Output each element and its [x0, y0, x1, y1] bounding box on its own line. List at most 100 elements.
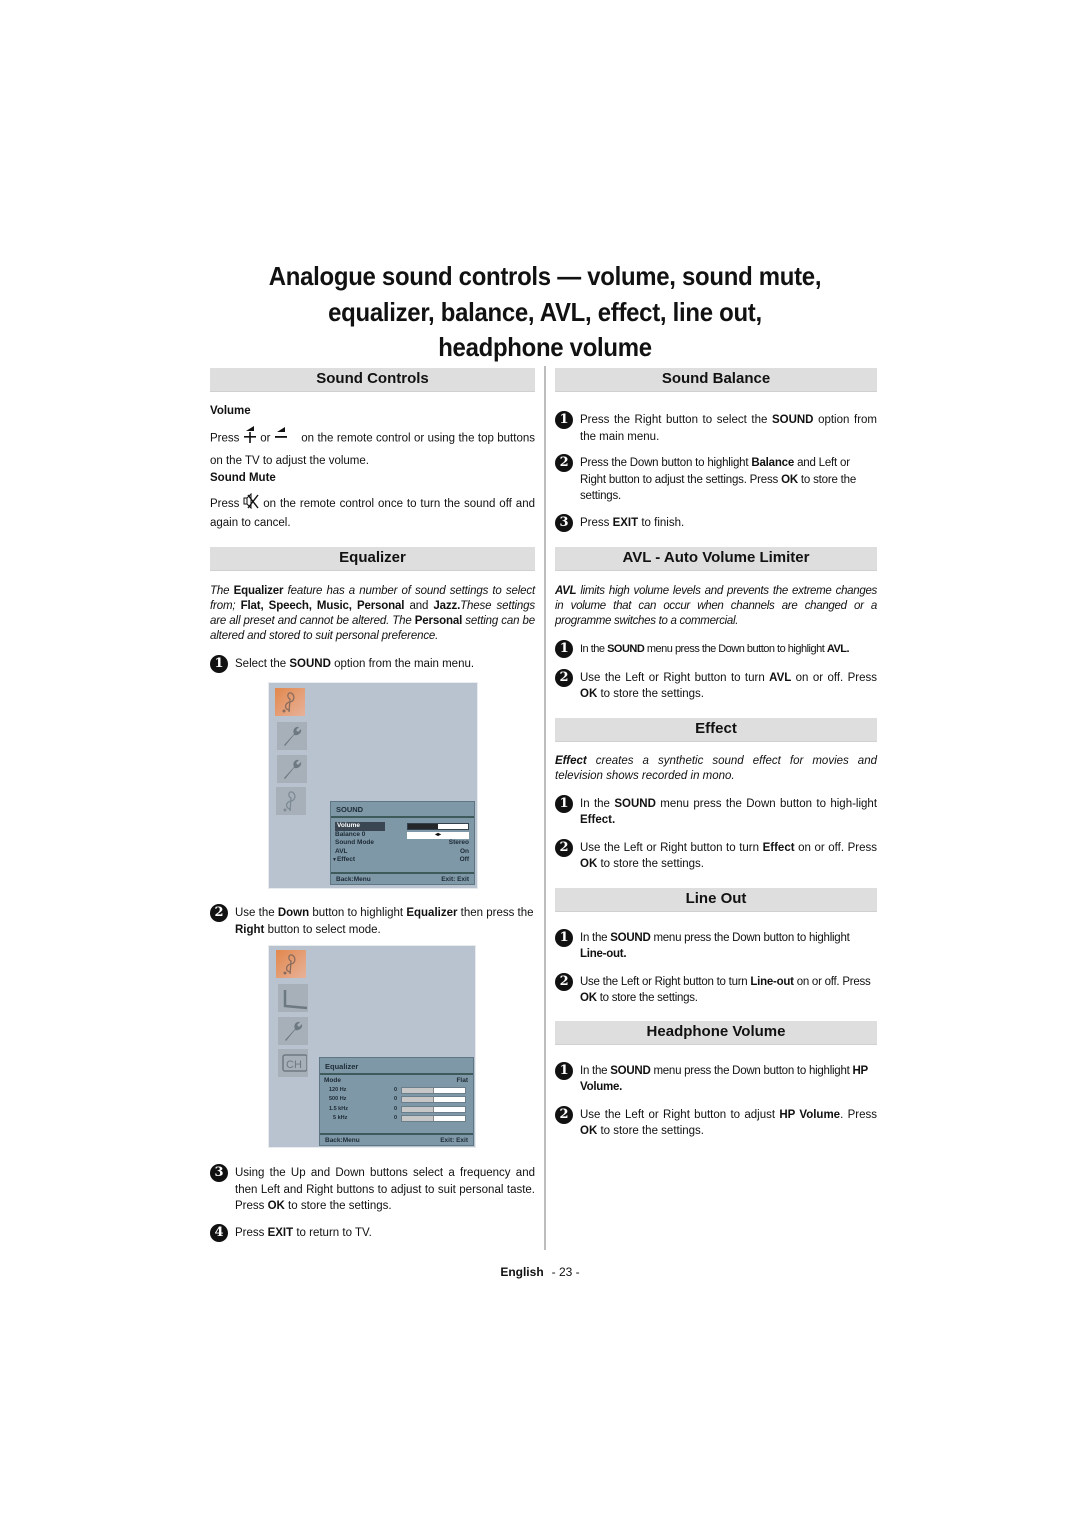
equalizer-steps-3-4: 3 Using the Up and Down buttons select a…: [210, 1164, 535, 1242]
text-fragment: Personal: [414, 615, 463, 627]
equalizer-band-row[interactable]: 120 Hz 0: [320, 1086, 473, 1096]
band-label: 1.5 kHz: [329, 1105, 348, 1112]
band-value: 0: [394, 1086, 398, 1093]
text-fragment: In the: [580, 931, 611, 944]
left-column: Sound Controls Volume Press or on the re…: [210, 368, 535, 673]
text-fragment: OK: [580, 858, 598, 870]
sound-menu-row-sound-mode[interactable]: Sound Mode Stereo: [331, 839, 474, 848]
right-column: Sound Balance 1 Press the Right button t…: [555, 368, 877, 1140]
text-fragment: button to select mode.: [264, 923, 381, 936]
avl-header: AVL - Auto Volume Limiter: [555, 547, 877, 571]
volume-up-icon: [243, 426, 257, 451]
text-fragment: Press the Down button to highlight: [580, 457, 752, 469]
equalizer-step-1: 1 Select the SOUND option from the main …: [210, 655, 535, 673]
equalizer-step-3: 3 Using the Up and Down buttons select a…: [210, 1164, 535, 1215]
band-slider[interactable]: [401, 1096, 466, 1103]
sound-menu-row-volume[interactable]: Volume: [331, 822, 474, 831]
step-number-1-icon: 1: [555, 928, 573, 947]
text-fragment: Use the: [235, 907, 278, 919]
avl-step-2: 2 Use the Left or Right button to turn A…: [555, 668, 877, 703]
text-fragment: Sound Mode: [335, 839, 374, 846]
text-fragment: In the: [580, 1064, 611, 1077]
title-line-2: equalizer, balance, AVL, effect, line ou…: [328, 296, 762, 327]
balance-step-3: 3 Press EXIT to finish.: [555, 513, 877, 532]
band-slider-fill: [402, 1116, 434, 1121]
line-out-step-2: 2 Use the Left or Right button to turn L…: [555, 972, 877, 1007]
band-value: 0: [394, 1096, 398, 1102]
volume-text: Press: [210, 432, 240, 445]
volume-subheading: Volume: [210, 405, 251, 417]
text-fragment: to store the settings.: [597, 1125, 705, 1137]
line-out-header: Line Out: [555, 887, 877, 912]
equalizer-band-row[interactable]: 1.5 kHz 0: [320, 1105, 473, 1115]
band-label: 500 Hz: [329, 1096, 347, 1102]
text-fragment: On: [459, 847, 469, 855]
sound-controls-header: Sound Controls: [210, 368, 535, 392]
text-fragment: SOUND: [610, 1064, 651, 1077]
step-number-2-icon: 2: [555, 838, 573, 857]
mute-text: Press: [210, 497, 240, 510]
band-slider[interactable]: [401, 1105, 466, 1113]
text-fragment: Equalizer: [406, 907, 458, 919]
equalizer-menu-footer: Back:Menu Exit: Exit: [320, 1133, 473, 1145]
text-fragment: Stereo: [448, 839, 469, 846]
text-fragment: Use the Left or Right button to adjust: [580, 1108, 780, 1121]
text-fragment: OK: [267, 1200, 285, 1212]
text-fragment: SOUND: [771, 414, 814, 426]
text-fragment: Effect: [336, 856, 356, 863]
sound-menu-row-balance[interactable]: Balance 0 ◂▸: [331, 831, 474, 840]
svg-text:CH: CH: [286, 1059, 302, 1071]
text-fragment: Balance: [751, 457, 795, 469]
sound-menu-row-effect[interactable]: ▼Effect Off: [331, 856, 474, 865]
page-title: Analogue sound controls — volume, sound …: [44, 259, 1047, 366]
page-footer: English - 23 -: [0, 1265, 1080, 1279]
channel-icon: CH: [278, 1049, 308, 1077]
text-fragment: limits high volume levels and prevents t…: [555, 585, 877, 627]
wrench-icon: [277, 722, 307, 750]
equalizer-mode-row[interactable]: Mode Flat: [320, 1077, 473, 1086]
text-fragment: Effect.: [580, 814, 616, 826]
text-fragment: menu press the Down button to highlight: [644, 643, 827, 655]
text-fragment: to store the settings.: [284, 1200, 392, 1212]
exit-hint: Exit: Exit: [440, 1137, 468, 1144]
text-fragment: AVL: [335, 847, 348, 855]
text-fragment: SOUND: [610, 931, 651, 944]
text-fragment: Jazz.: [433, 600, 461, 612]
equalizer-band-row[interactable]: 500 Hz 0: [320, 1095, 473, 1105]
balance-marker-icon: ◂▸: [435, 831, 442, 838]
band-slider[interactable]: [401, 1115, 466, 1122]
step-number-3-icon: 3: [555, 513, 573, 532]
text-fragment: Press: [580, 516, 613, 529]
title-line-1: Analogue sound controls — volume, sound …: [268, 261, 822, 291]
text-fragment: on or off. Press: [791, 671, 877, 684]
hp-step-1: 1 In the SOUND menu press the Down butto…: [555, 1061, 877, 1096]
text-fragment: SOUND: [289, 658, 331, 670]
volume-text-or: or: [260, 432, 271, 445]
equalizer-band-row[interactable]: 5 kHz 0: [320, 1114, 473, 1124]
back-menu-hint: Back:Menu: [325, 1137, 360, 1144]
sound-menu-row-avl[interactable]: AVL On: [331, 848, 474, 857]
text-fragment: to store the settings.: [596, 992, 698, 1004]
volume-slider[interactable]: [407, 823, 469, 830]
wrench-icon: [277, 755, 307, 783]
band-slider-fill: [402, 1087, 434, 1093]
volume-text-rest: on the remote control or using the top b…: [210, 432, 535, 467]
music-note-icon: [275, 688, 305, 716]
band-slider[interactable]: [401, 1086, 466, 1094]
volume-down-icon: [274, 427, 288, 450]
text-fragment: Mode: [324, 1077, 341, 1084]
text-fragment: button to highlight: [309, 907, 407, 919]
text-fragment: . Press: [840, 1108, 877, 1121]
text-fragment: to store the settings.: [597, 688, 705, 700]
effect-intro: Effect creates a synthetic sound effect …: [555, 754, 877, 784]
step-number-1-icon: 1: [555, 411, 573, 429]
text-fragment: Volume: [335, 822, 385, 831]
step-number-1-icon: 1: [210, 655, 228, 673]
step-number-2-icon: 2: [210, 904, 228, 922]
avl-step-1: 1 In the SOUND menu press the Down butto…: [555, 640, 877, 658]
band-slider-fill: [402, 1106, 434, 1112]
line-out-step-1: 1 In the SOUND menu press the Down butto…: [555, 928, 877, 963]
balance-slider[interactable]: ◂▸: [407, 831, 469, 839]
title-line-3: headphone volume: [438, 332, 652, 362]
sound-menu-footer: Back:Menu Exit: Exit: [331, 872, 474, 884]
